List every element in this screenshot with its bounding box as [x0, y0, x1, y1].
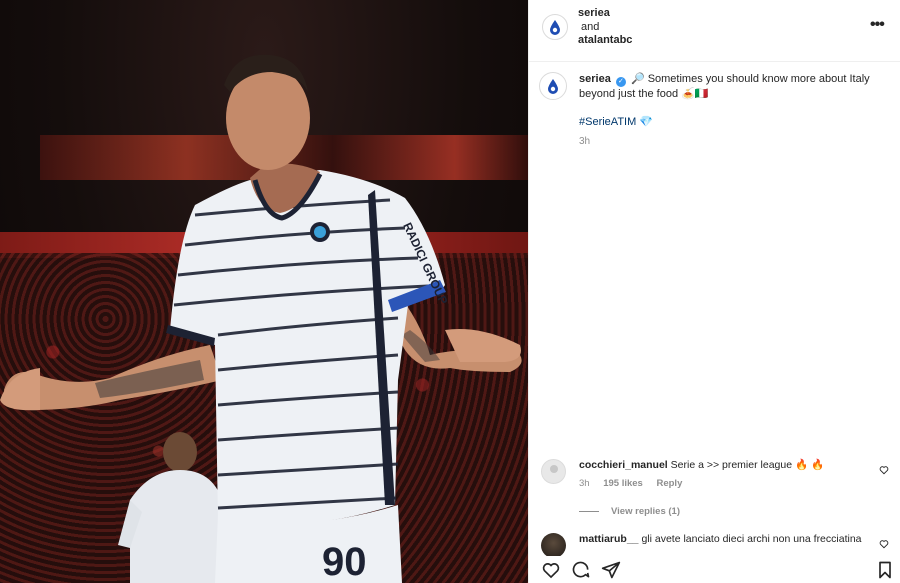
post-photo[interactable]: RADICI GROUP 90	[0, 0, 528, 583]
teammate-figure	[118, 432, 222, 583]
comment-text: Serie a >> premier league 🔥 🔥	[670, 459, 825, 471]
comment-item: mattiarub__ gli avete lanciato dieci arc…	[541, 533, 891, 558]
comment-likes[interactable]: 195 likes	[603, 478, 643, 489]
author-atalantabc[interactable]: atalantabc	[578, 34, 632, 48]
comment-icon[interactable]	[571, 560, 591, 580]
comment-text: gli avete lanciato dieci archi non una f…	[641, 533, 862, 545]
caption-username[interactable]: seriea	[579, 73, 611, 85]
heart-icon[interactable]	[541, 560, 561, 580]
commenter-avatar[interactable]	[541, 533, 566, 558]
share-icon[interactable]	[601, 560, 621, 580]
seriea-logo-icon	[548, 78, 558, 94]
shirt-number: 90	[322, 540, 367, 583]
post-authors: seriea and atalantabc	[578, 7, 632, 48]
caption-time: 3h	[579, 136, 591, 147]
seriea-logo-icon	[550, 19, 560, 35]
comment-heart-icon[interactable]	[879, 539, 889, 549]
post-caption: seriea ✓ 🔎 Sometimes you should know mor…	[539, 72, 889, 149]
comment-heart-icon[interactable]	[879, 465, 889, 475]
commenter-avatar[interactable]	[541, 459, 566, 484]
bookmark-icon[interactable]	[875, 560, 895, 580]
caption-hashtag[interactable]: #SerieATIM 💎	[579, 115, 889, 129]
view-replies-link[interactable]: View replies (1)	[579, 506, 680, 517]
caption-avatar[interactable]	[539, 72, 567, 100]
verified-badge-icon: ✓	[615, 77, 626, 87]
post-header: seriea and atalantabc •••	[529, 0, 900, 62]
post-side-panel: seriea and atalantabc ••• seriea ✓ 🔎 Som…	[528, 0, 900, 583]
more-options-icon[interactable]: •••	[870, 17, 888, 34]
comment-username[interactable]: cocchieri_manuel	[579, 459, 668, 471]
post-action-bar	[529, 556, 900, 583]
comment-time: 3h	[579, 478, 590, 489]
seriea-avatar[interactable]	[542, 14, 568, 40]
author-conjunction: and	[581, 20, 600, 33]
comment-item: cocchieri_manuel Serie a >> premier leag…	[541, 459, 891, 489]
reply-button[interactable]: Reply	[656, 478, 682, 489]
player-figure: RADICI GROUP 90	[0, 54, 522, 583]
comment-username[interactable]: mattiarub__	[579, 533, 639, 545]
author-seriea[interactable]: seriea	[578, 7, 632, 21]
